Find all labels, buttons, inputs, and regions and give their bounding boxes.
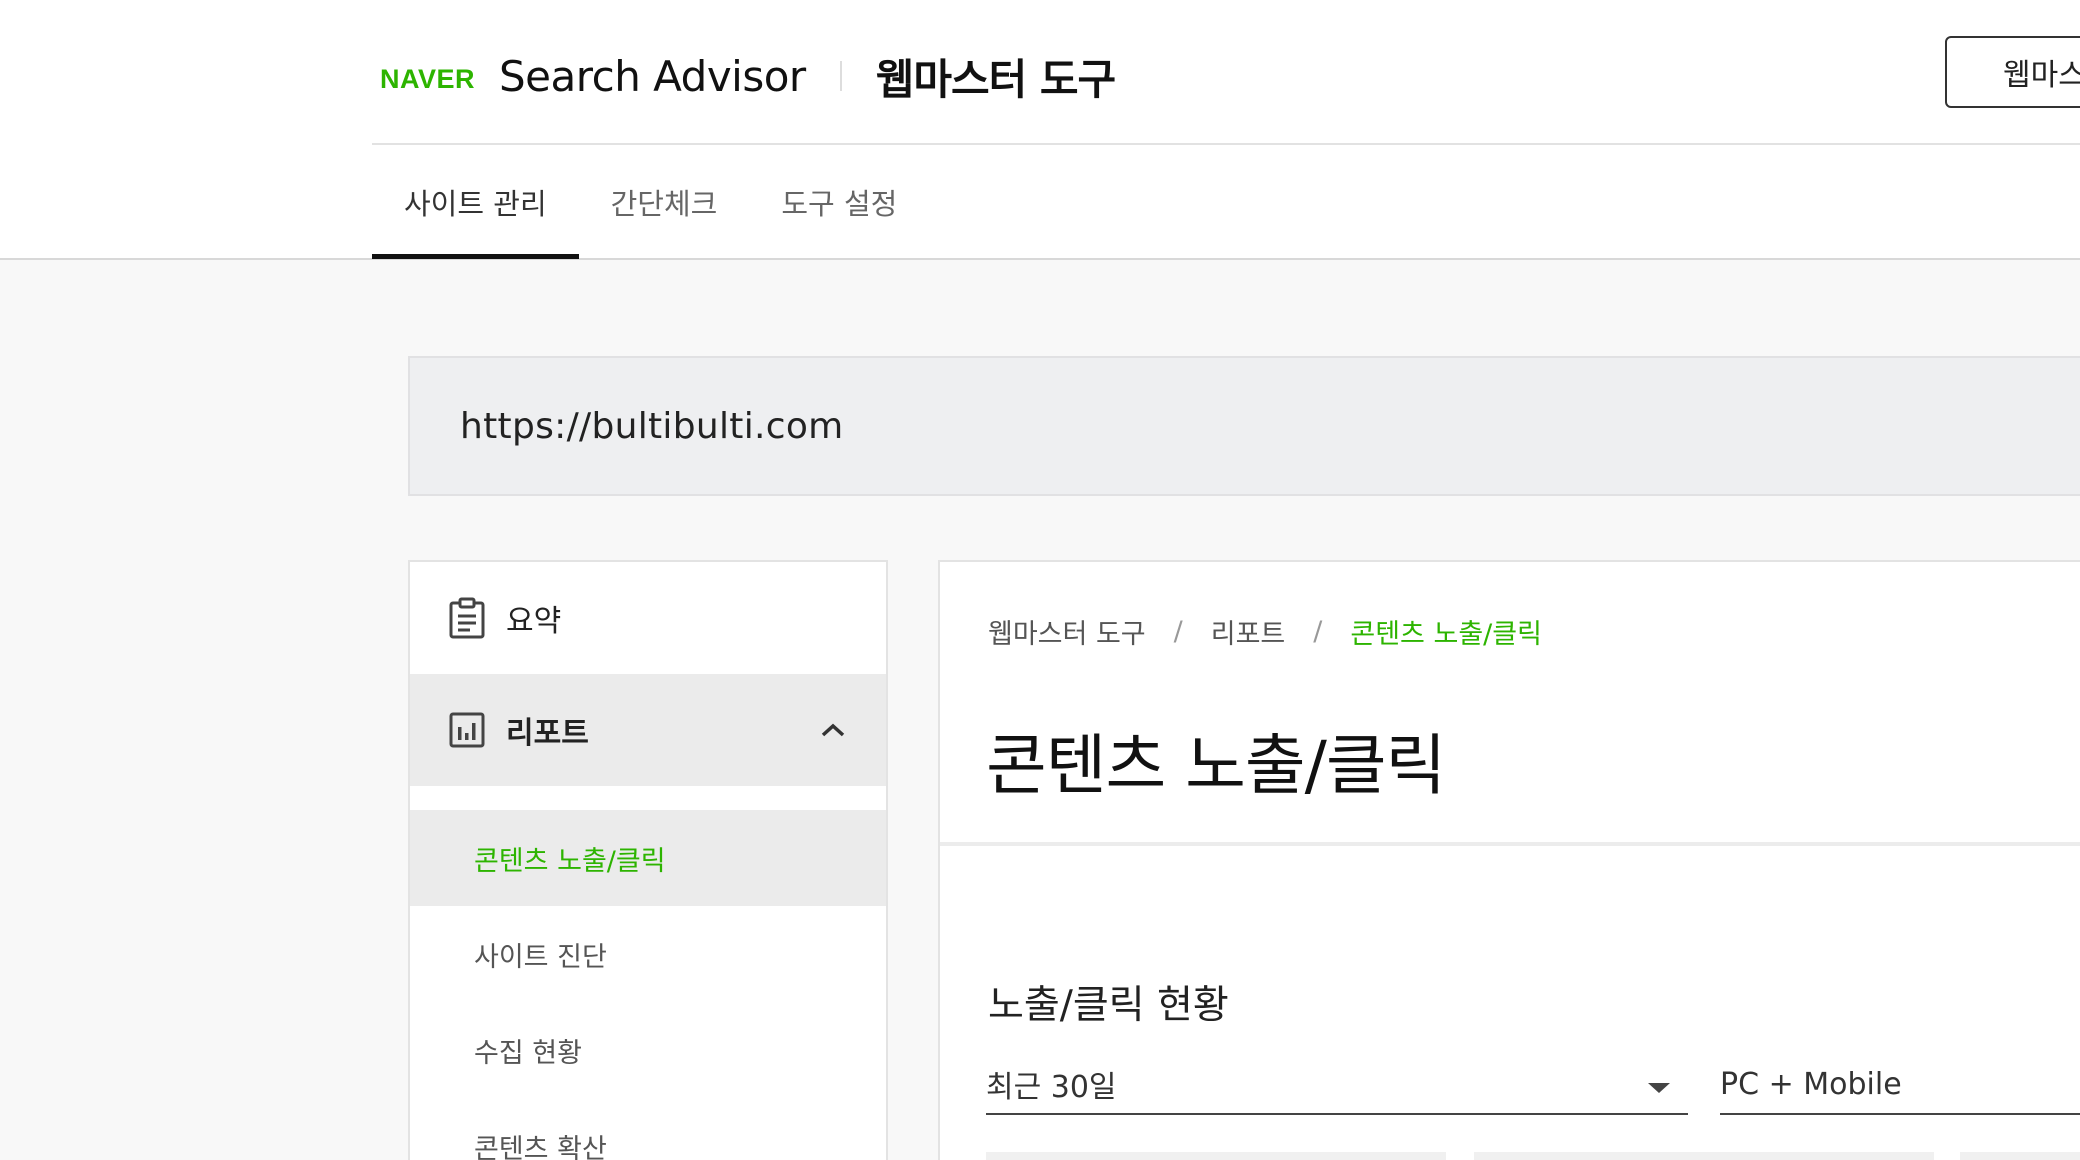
- breadcrumb-current: 콘텐츠 노출/클릭: [1350, 619, 1542, 650]
- page: NAVER Search Advisor 웹마스터 도구 웹마스터 가이드 사이…: [0, 0, 2080, 1160]
- stat-card: [1474, 1152, 1934, 1160]
- period-select[interactable]: 최근 30일: [986, 1055, 1688, 1115]
- product-name: Search Advisor: [499, 51, 806, 101]
- bar-chart-icon: [449, 712, 485, 748]
- sidebar-item-content-exposure[interactable]: 콘텐츠 노출/클릭: [410, 810, 886, 906]
- stat-card: [1960, 1152, 2080, 1160]
- sidebar-item-report[interactable]: 리포트: [410, 674, 886, 786]
- tab-tool-settings[interactable]: 도구 설정: [749, 145, 929, 258]
- sidebar-item-content-spread[interactable]: 콘텐츠 확산: [410, 1098, 886, 1160]
- brand-divider: [839, 61, 842, 91]
- caret-down-icon: [1648, 1083, 1670, 1093]
- brand[interactable]: NAVER Search Advisor 웹마스터 도구: [380, 46, 1116, 106]
- breadcrumb: 웹마스터 도구 / 리포트 / 콘텐츠 노출/클릭: [988, 612, 1542, 651]
- device-value: PC + Mobile: [1720, 1066, 1902, 1102]
- sidebar-item-site-diagnosis[interactable]: 사이트 진단: [410, 906, 886, 1002]
- sidebar-item-summary[interactable]: 요약: [410, 562, 886, 674]
- sidebar-item-label: 요약: [506, 604, 562, 639]
- device-select[interactable]: PC + Mobile: [1720, 1055, 2080, 1115]
- page-title: 콘텐츠 노출/클릭: [986, 727, 1446, 804]
- tab-site-management[interactable]: 사이트 관리: [372, 145, 579, 259]
- tab-quick-check[interactable]: 간단체크: [579, 145, 750, 258]
- stat-card: [986, 1152, 1446, 1160]
- breadcrumb-separator: /: [1313, 616, 1323, 647]
- breadcrumb-separator: /: [1173, 616, 1183, 647]
- breadcrumb-item[interactable]: 리포트: [1211, 612, 1286, 651]
- site-selector[interactable]: https://bultibulti.com: [408, 356, 2080, 496]
- sidebar: 요약 리포트 콘텐츠 노출/클릭 사이트 진단 수집 현황 콘텐츠 확산: [408, 560, 888, 1160]
- top-header: NAVER Search Advisor 웹마스터 도구 웹마스터 가이드 사이…: [0, 0, 2080, 260]
- guide-button-label: 웹마스터 가이드: [2003, 58, 2080, 93]
- period-value: 최근 30일: [986, 1070, 1117, 1105]
- clipboard-icon: [449, 597, 485, 639]
- site-url: https://bultibulti.com: [460, 405, 844, 447]
- sidebar-item-label: 리포트: [506, 716, 589, 751]
- breadcrumb-item[interactable]: 웹마스터 도구: [988, 612, 1146, 651]
- chevron-up-icon[interactable]: [820, 722, 846, 738]
- naver-logo: NAVER: [380, 63, 476, 94]
- content-divider: [940, 842, 2080, 846]
- tool-name: 웹마스터 도구: [875, 54, 1116, 104]
- main-tabs: 사이트 관리 간단체크 도구 설정: [372, 145, 929, 259]
- webmaster-guide-button[interactable]: 웹마스터 가이드: [1945, 36, 2080, 108]
- sidebar-item-crawl-status[interactable]: 수집 현황: [410, 1002, 886, 1098]
- section-title: 노출/클릭 현황: [988, 983, 1229, 1028]
